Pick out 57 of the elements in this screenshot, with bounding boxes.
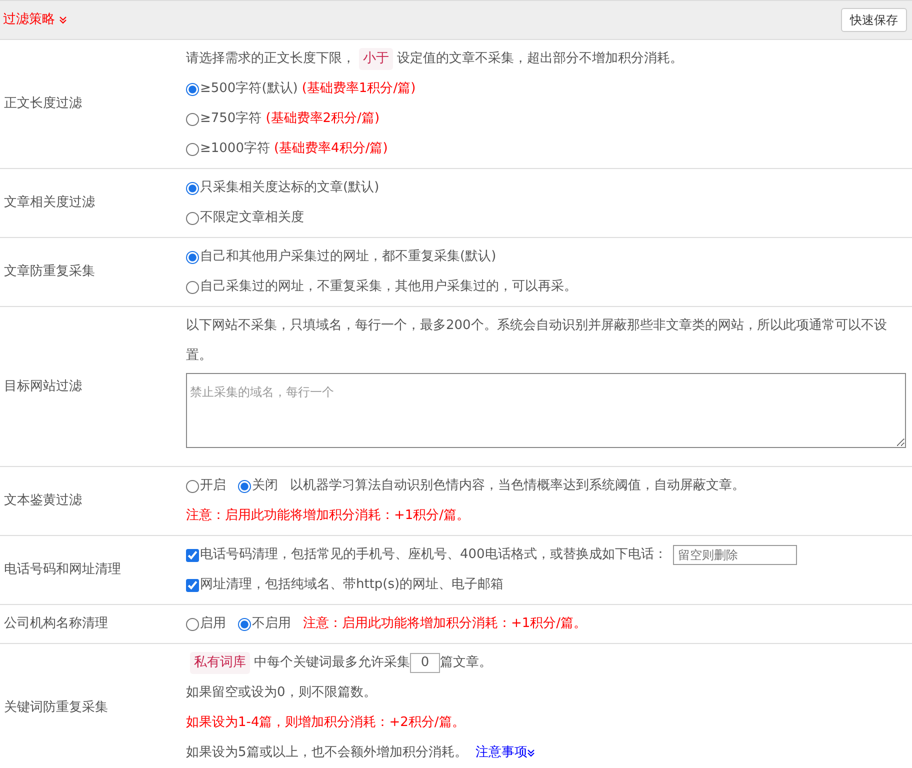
radio-button[interactable] bbox=[186, 82, 199, 96]
double-chevron-down-icon bbox=[527, 749, 536, 757]
radio-button[interactable] bbox=[186, 112, 199, 126]
field-label: 电话号码和网址清理 bbox=[3, 561, 122, 580]
description-text: 如果留空或设为0，则不限篇数。 bbox=[186, 685, 376, 700]
description-text: 篇文章。 bbox=[440, 654, 492, 672]
field-label: 文章防重复采集 bbox=[3, 263, 96, 282]
option-label[interactable]: 网址清理，包括纯域名、带http(s)的网址、电子邮箱 bbox=[200, 570, 504, 600]
warning-text: 注意：启用此功能将增加积分消耗：+1积分/篇。 bbox=[186, 508, 470, 523]
description-text: 以下网站不采集，只填域名，每行一个，最多200个。系统会自动识别并屏蔽那些非文章类的网站，所以此项通常可以不设置。 bbox=[186, 318, 887, 363]
description-text: 请选择需求的正文长度下限， bbox=[186, 50, 355, 68]
rate-note: (基础费率4积分/篇) bbox=[274, 140, 388, 158]
option-label[interactable]: 启用 bbox=[200, 609, 226, 639]
save-button[interactable]: 快速保存 bbox=[841, 8, 907, 32]
field-label: 文本鉴黄过滤 bbox=[3, 492, 83, 510]
option-label[interactable]: ≥500字符(默认) bbox=[200, 74, 298, 104]
field-label: 关键词防重复采集 bbox=[3, 699, 109, 718]
option-label[interactable]: 电话号码清理，包括常见的手机号、座机号、400电话格式，或替换成如下电话： bbox=[200, 540, 667, 570]
description-text: 如果设为5篇或以上，也不会额外增加积分消耗。 bbox=[186, 744, 468, 762]
radio-button[interactable] bbox=[186, 618, 199, 630]
warning-text: 如果设为1-4篇，则增加积分消耗：+2积分/篇。 bbox=[186, 715, 465, 730]
option-label[interactable]: 只采集相关度达标的文章(默认) bbox=[200, 173, 380, 203]
option-label[interactable]: ≥750字符 bbox=[200, 104, 262, 134]
double-chevron-down-icon bbox=[59, 16, 67, 24]
field-label: 文章相关度过滤 bbox=[3, 194, 96, 212]
option-label[interactable]: 自己采集过的网址，不重复采集，其他用户采集过的，可以再采。 bbox=[200, 272, 577, 302]
number-field[interactable]: 0 bbox=[410, 653, 440, 673]
field-label: 公司机构名称清理 bbox=[3, 615, 109, 634]
option-label[interactable]: 开启 bbox=[200, 471, 226, 501]
description-text: 中每个关键词最多允许采集 bbox=[254, 654, 410, 672]
field-label: 正文长度过滤 bbox=[3, 95, 83, 114]
highlight-tag: 小于 bbox=[359, 48, 393, 70]
option-label[interactable]: 不启用 bbox=[252, 609, 291, 639]
domain-textarea[interactable]: 禁止采集的域名，每行一个 bbox=[186, 373, 906, 448]
radio-button[interactable] bbox=[186, 480, 199, 492]
radio-button[interactable] bbox=[186, 142, 199, 156]
radio-button[interactable] bbox=[238, 480, 251, 492]
option-label[interactable]: 关闭 bbox=[252, 471, 278, 501]
radio-button[interactable] bbox=[186, 280, 199, 294]
option-label[interactable]: 不限定文章相关度 bbox=[200, 203, 304, 233]
phone-field[interactable]: 留空则删除 bbox=[672, 545, 797, 565]
option-label[interactable]: 自己和其他用户采集过的网址，都不重复采集(默认) bbox=[200, 242, 496, 272]
radio-button[interactable] bbox=[186, 250, 199, 264]
radio-button[interactable] bbox=[238, 618, 251, 630]
checkbox[interactable] bbox=[186, 578, 199, 592]
description-text: 以机器学习算法自动识别色情内容，当色情概率达到系统阈值，自动屏蔽文章。 bbox=[290, 477, 745, 495]
radio-button[interactable] bbox=[186, 182, 199, 194]
rate-note: (基础费率1积分/篇) bbox=[302, 80, 416, 98]
field-label: 目标网站过滤 bbox=[3, 378, 83, 396]
rate-note: (基础费率2积分/篇) bbox=[266, 110, 380, 128]
description-text: 设定值的文章不采集，超出部分不增加积分消耗。 bbox=[397, 50, 683, 68]
radio-button[interactable] bbox=[186, 212, 199, 224]
checkbox[interactable] bbox=[186, 548, 199, 562]
help-link[interactable]: 注意事项 bbox=[475, 738, 536, 768]
option-label[interactable]: ≥1000字符 bbox=[200, 134, 270, 164]
highlight-tag: 私有词库 bbox=[190, 652, 250, 674]
warning-text: 注意：启用此功能将增加积分消耗：+1积分/篇。 bbox=[303, 615, 587, 633]
